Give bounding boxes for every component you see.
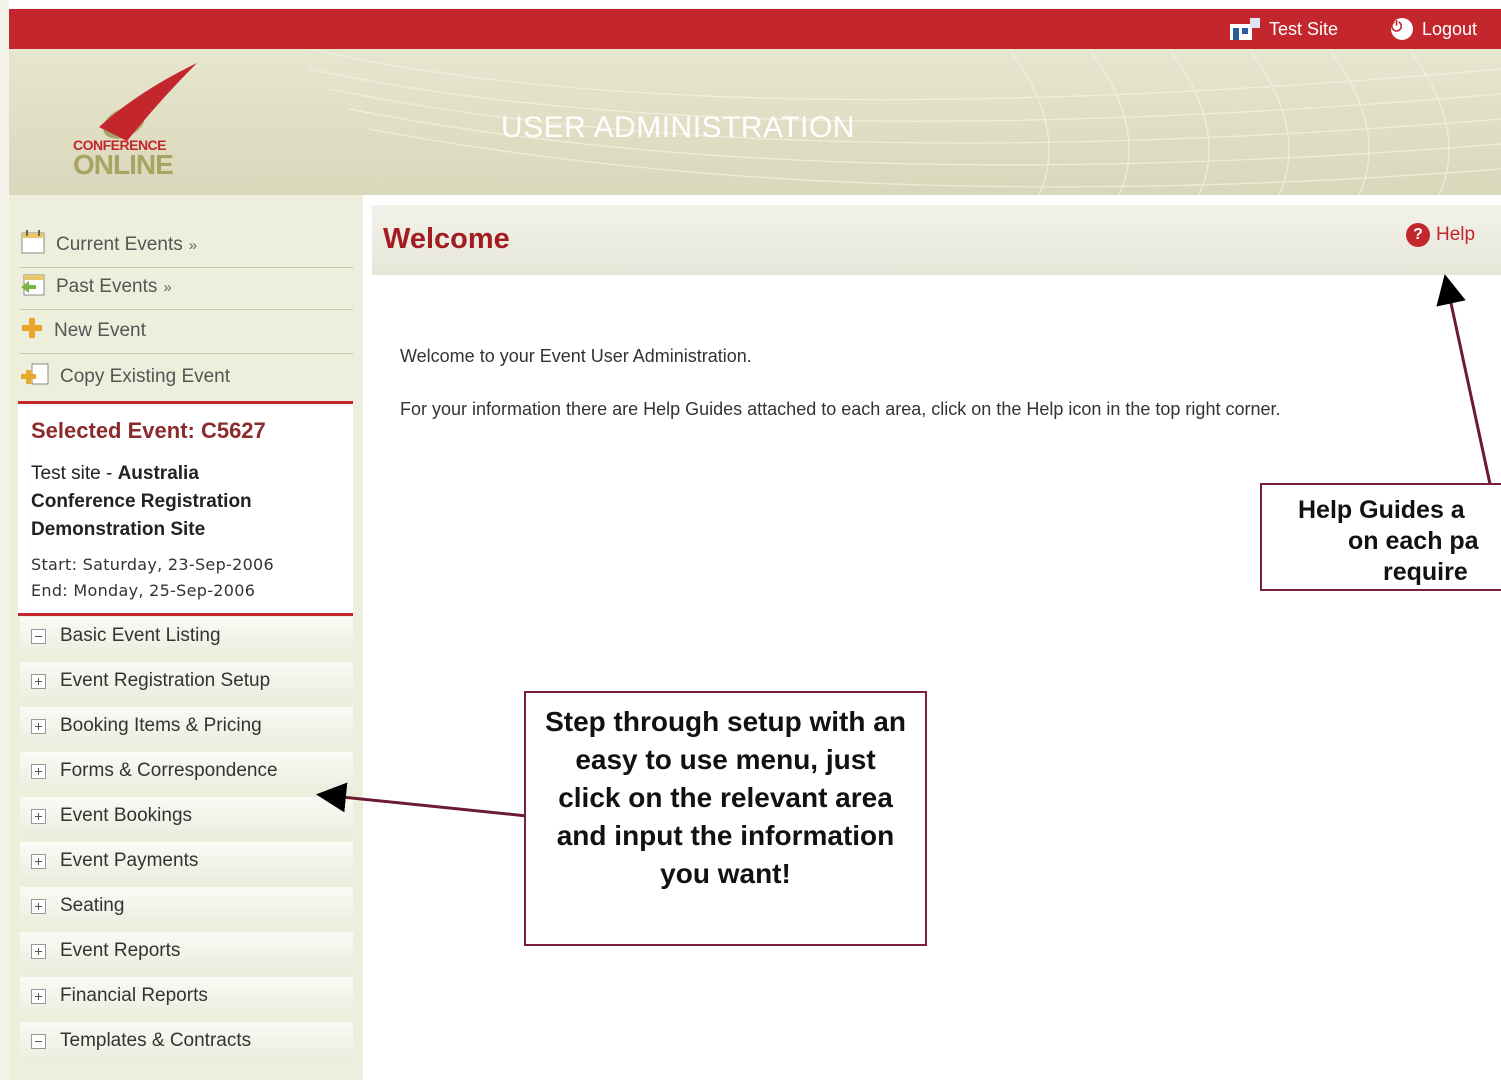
logout-label: Logout bbox=[1422, 18, 1478, 39]
sidebar-item-copy-event[interactable]: Copy Existing Event bbox=[20, 355, 353, 399]
sidebar-item-label: Past Events bbox=[56, 276, 158, 297]
calendar-back-icon bbox=[20, 271, 46, 303]
calendar-icon bbox=[20, 229, 46, 261]
banner-title: USER ADMINISTRATION bbox=[501, 111, 855, 144]
menu-item-label: Booking Items & Pricing bbox=[60, 715, 262, 736]
menu-item-label: Event Reports bbox=[60, 940, 181, 961]
selected-event-title: Selected Event: C5627 bbox=[31, 418, 266, 443]
expand-icon bbox=[31, 943, 46, 959]
help-link[interactable]: ? Help bbox=[1406, 223, 1475, 247]
menu-event-reports[interactable]: Event Reports bbox=[20, 932, 353, 970]
expand-icon bbox=[31, 898, 46, 914]
menu-event-bookings[interactable]: Event Bookings bbox=[20, 797, 353, 835]
help-tip-callout: Help Guides a on each pa require bbox=[1260, 483, 1501, 591]
collapse-icon bbox=[31, 1033, 46, 1049]
menu-booking-items-pricing[interactable]: Booking Items & Pricing bbox=[20, 707, 353, 745]
expand-icon bbox=[31, 853, 46, 869]
help-tip-line3: require bbox=[1383, 558, 1468, 586]
menu-item-label: Event Bookings bbox=[60, 805, 193, 826]
event-dates: Start: Saturday, 23-Sep-2006 End: Monday… bbox=[31, 552, 274, 604]
chevron-right-icon: » bbox=[163, 278, 172, 296]
site-icon bbox=[1230, 18, 1260, 40]
help-icon: ? bbox=[1406, 223, 1430, 247]
sidebar-item-label: Copy Existing Event bbox=[60, 366, 231, 387]
page-title: Welcome bbox=[383, 223, 510, 255]
content-header: Welcome ? Help bbox=[372, 205, 1501, 275]
menu-tip-callout: Step through setup with an easy to use m… bbox=[524, 691, 927, 946]
menu-item-label: Templates & Contracts bbox=[60, 1030, 252, 1051]
help-callout-arrow bbox=[1436, 274, 1492, 485]
expand-icon bbox=[31, 763, 46, 779]
menu-forms-correspondence[interactable]: Forms & Correspondence bbox=[20, 752, 353, 790]
copy-icon bbox=[20, 361, 50, 393]
help-tip-line1: Help Guides a bbox=[1298, 496, 1465, 524]
selected-event-description: Test site - Australia Conference Registr… bbox=[31, 460, 341, 544]
menu-item-label: Event Registration Setup bbox=[60, 670, 271, 691]
header-banner: CONFERENCE ONLINE USER ADMINISTRATION bbox=[9, 49, 1501, 195]
expand-icon bbox=[31, 808, 46, 824]
chevron-right-icon: » bbox=[188, 236, 198, 254]
top-bar: Test Site ⏻ Logout bbox=[9, 9, 1501, 49]
menu-event-registration-setup[interactable]: Event Registration Setup bbox=[20, 662, 353, 700]
menu-seating[interactable]: Seating bbox=[20, 887, 353, 925]
event-end-date: End: Monday, 25-Sep-2006 bbox=[31, 581, 256, 600]
logo-text-online: ONLINE bbox=[73, 149, 174, 180]
sidebar-item-current-events[interactable]: Current Events » bbox=[20, 223, 353, 268]
test-site-link[interactable]: Test Site bbox=[1230, 9, 1338, 49]
event-name-line2: Conference Registration bbox=[31, 491, 252, 512]
test-site-label: Test Site bbox=[1269, 18, 1339, 39]
menu-item-label: Forms & Correspondence bbox=[60, 760, 278, 781]
plus-icon bbox=[20, 316, 44, 346]
menu-item-label: Basic Event Listing bbox=[60, 625, 221, 646]
event-start-date: Start: Saturday, 23-Sep-2006 bbox=[31, 555, 275, 574]
collapse-icon bbox=[31, 628, 46, 644]
logout-link[interactable]: ⏻ Logout bbox=[1391, 9, 1477, 49]
menu-item-label: Event Payments bbox=[60, 850, 199, 871]
event-site-prefix: Test site - bbox=[31, 463, 118, 484]
page-gutter bbox=[0, 0, 9, 1080]
help-tip-line2: on each pa bbox=[1348, 527, 1479, 555]
sidebar: Current Events » Past Events » New Event… bbox=[9, 195, 363, 1080]
help-label: Help bbox=[1436, 224, 1476, 245]
info-text: For your information there are Help Guid… bbox=[400, 399, 1281, 419]
welcome-text: Welcome to your Event User Administratio… bbox=[400, 346, 752, 366]
power-icon: ⏻ bbox=[1391, 18, 1413, 40]
menu-event-payments[interactable]: Event Payments bbox=[20, 842, 353, 880]
sidebar-item-new-event[interactable]: New Event bbox=[20, 309, 353, 354]
menu-templates-contracts[interactable]: Templates & Contracts bbox=[20, 1022, 353, 1060]
event-name-line3: Demonstration Site bbox=[31, 519, 206, 540]
selected-event-panel: Selected Event: C5627 Test site - Austra… bbox=[18, 401, 353, 616]
menu-item-label: Financial Reports bbox=[60, 985, 208, 1006]
menu-tip-text: Step through setup with an easy to use m… bbox=[545, 706, 906, 889]
event-name-line1: Australia bbox=[117, 463, 199, 484]
sidebar-item-past-events[interactable]: Past Events » bbox=[20, 265, 353, 310]
expand-icon bbox=[31, 988, 46, 1004]
expand-icon bbox=[31, 718, 46, 734]
sidebar-item-label: New Event bbox=[54, 320, 146, 341]
menu-item-label: Seating bbox=[60, 895, 125, 916]
menu-basic-event-listing[interactable]: Basic Event Listing bbox=[20, 617, 353, 655]
sidebar-item-label: Current Events bbox=[56, 234, 183, 255]
menu-financial-reports[interactable]: Financial Reports bbox=[20, 977, 353, 1015]
expand-icon bbox=[31, 673, 46, 689]
